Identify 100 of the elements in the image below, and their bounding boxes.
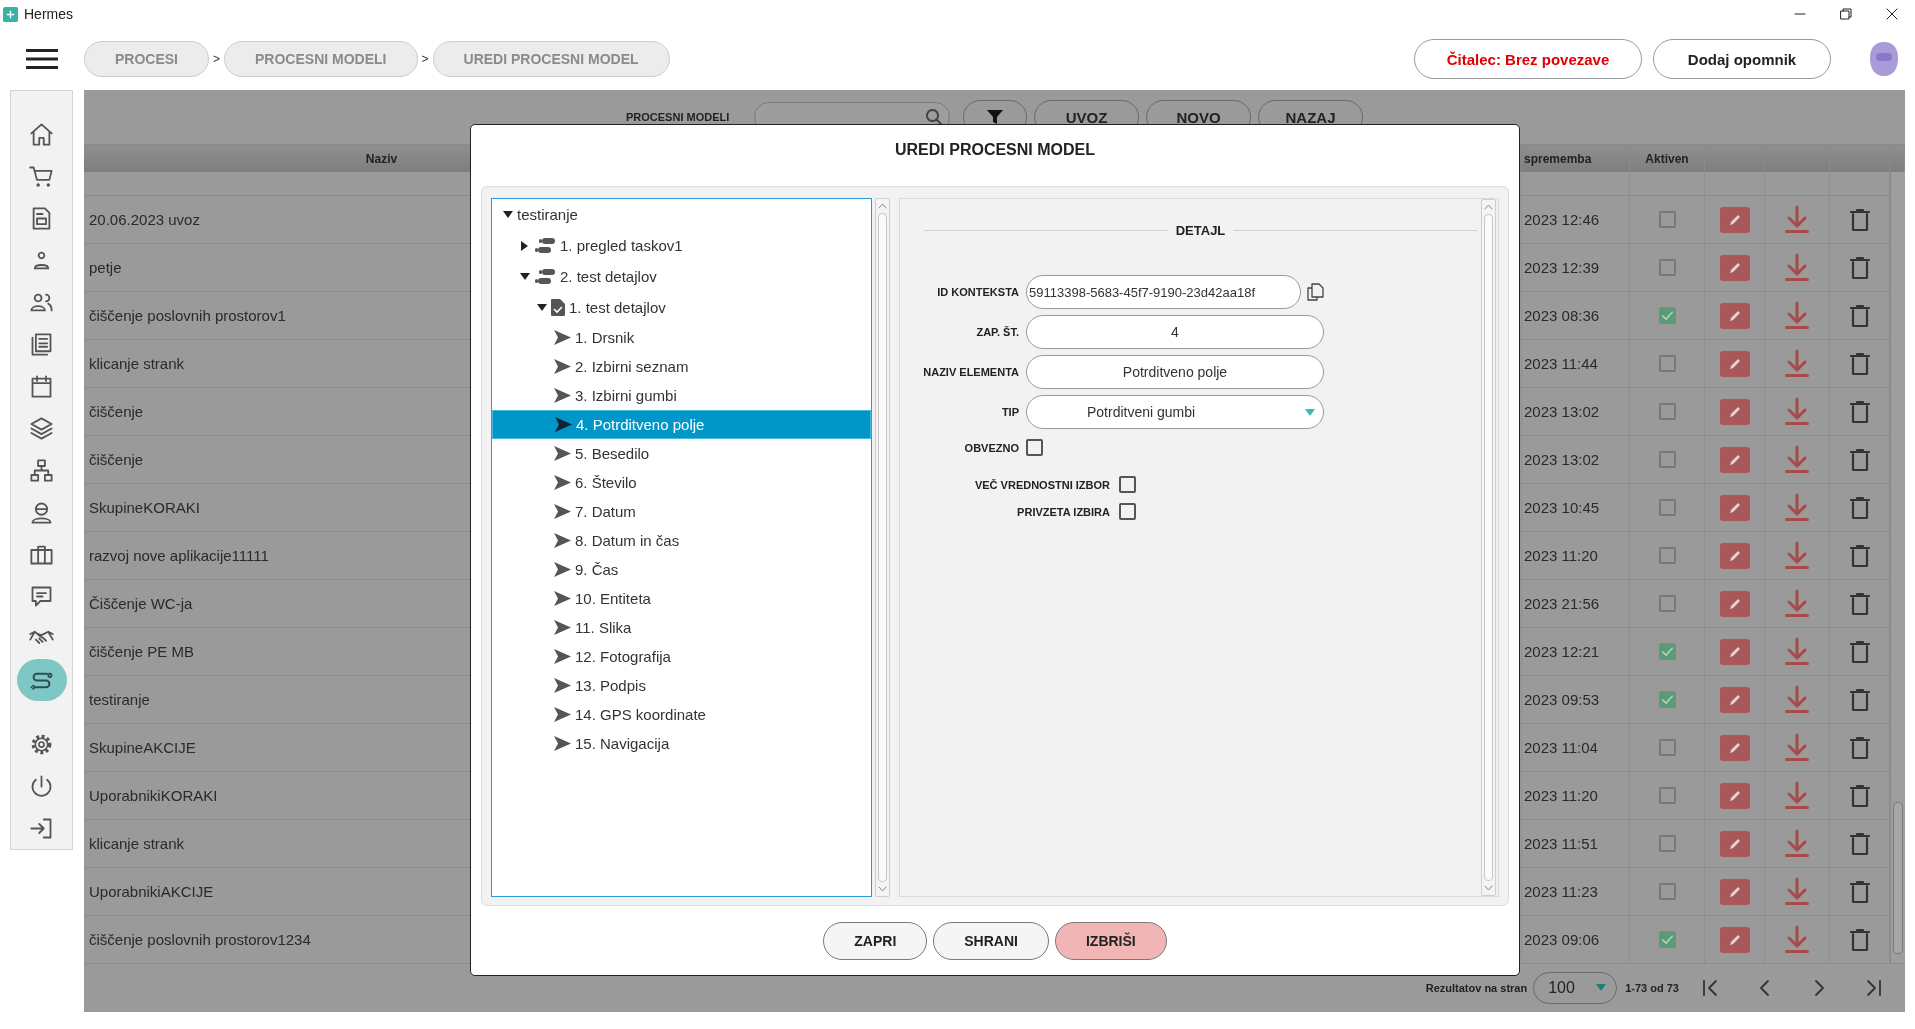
checkbox[interactable] — [1658, 307, 1676, 324]
checkbox[interactable] — [1026, 439, 1043, 456]
download-icon[interactable] — [1783, 204, 1811, 235]
checkbox[interactable] — [1658, 835, 1676, 852]
edit-button[interactable] — [1719, 878, 1750, 905]
tree-item[interactable]: 8. Datum in čas — [492, 526, 871, 555]
download-icon[interactable] — [1783, 876, 1811, 907]
tree-item[interactable]: 10. Entiteta — [492, 584, 871, 613]
edit-button[interactable] — [1719, 350, 1750, 377]
edit-button[interactable] — [1719, 302, 1750, 329]
dialog-button[interactable]: ZAPRI — [823, 921, 928, 960]
tree-item[interactable]: 5. Besedilo — [492, 439, 871, 468]
tree-item[interactable]: 6. Število — [492, 468, 871, 497]
scroll-up-icon[interactable] — [878, 203, 887, 209]
tree-item[interactable]: 3. Izbirni gumbi — [492, 381, 871, 410]
trash-icon[interactable] — [1848, 543, 1871, 568]
tree-item[interactable]: 1. pregled taskov1 — [492, 230, 871, 261]
checkbox[interactable] — [1658, 787, 1676, 804]
edit-button[interactable] — [1719, 926, 1750, 953]
edit-button[interactable] — [1719, 446, 1750, 473]
checkbox[interactable] — [1658, 739, 1676, 756]
collapse-arrow-icon[interactable] — [503, 209, 513, 220]
search-icon[interactable] — [925, 108, 943, 126]
edit-button[interactable] — [1719, 254, 1750, 281]
input-field[interactable]: Potrditveno polje — [1026, 355, 1324, 389]
tree-item[interactable]: 13. Podpis — [492, 671, 871, 700]
trash-icon[interactable] — [1848, 831, 1871, 856]
dropdown[interactable]: Potrditveni gumbi — [1026, 395, 1324, 429]
checkbox[interactable] — [1658, 547, 1676, 564]
tree-item[interactable]: 1. Drsnik — [492, 323, 871, 352]
edit-button[interactable] — [1719, 830, 1750, 857]
collapse-arrow-icon[interactable] — [537, 302, 547, 313]
close-icon[interactable] — [1886, 8, 1898, 20]
tree-item[interactable]: 15. Navigacija — [492, 729, 871, 758]
expand-arrow-icon[interactable] — [520, 240, 530, 251]
scroll-down-icon[interactable] — [878, 886, 887, 892]
sidebar-item[interactable] — [16, 659, 67, 701]
checkbox[interactable] — [1119, 476, 1136, 493]
input-field[interactable]: 59113398-5683-45f7-9190-23d42aa18f — [1026, 275, 1301, 309]
scrollbar[interactable] — [1481, 199, 1496, 896]
tree-item[interactable]: 14. GPS koordinate — [492, 700, 871, 729]
trash-icon[interactable] — [1848, 303, 1871, 328]
restore-icon[interactable] — [1840, 8, 1852, 20]
download-icon[interactable] — [1783, 492, 1811, 523]
trash-icon[interactable] — [1848, 255, 1871, 280]
tree-item[interactable]: 2. Izbirni seznam — [492, 352, 871, 381]
trash-icon[interactable] — [1848, 639, 1871, 664]
checkbox[interactable] — [1658, 931, 1676, 948]
checkbox[interactable] — [1658, 211, 1676, 228]
download-icon[interactable] — [1783, 348, 1811, 379]
checkbox[interactable] — [1658, 499, 1676, 516]
tree-item[interactable]: testiranje — [492, 199, 871, 230]
edit-button[interactable] — [1719, 638, 1750, 665]
tree-item[interactable]: 9. Čas — [492, 555, 871, 584]
tree-item[interactable]: 7. Datum — [492, 497, 871, 526]
download-icon[interactable] — [1783, 924, 1811, 955]
trash-icon[interactable] — [1848, 927, 1871, 952]
checkbox[interactable] — [1658, 643, 1676, 660]
network-icon[interactable] — [28, 456, 55, 484]
layers-icon[interactable] — [28, 414, 55, 442]
trash-icon[interactable] — [1848, 447, 1871, 472]
edit-button[interactable] — [1719, 542, 1750, 569]
download-icon[interactable] — [1783, 732, 1811, 763]
dialog-button[interactable]: SHRANI — [933, 921, 1049, 960]
tree-item[interactable]: 2. test detajlov — [492, 261, 871, 292]
trash-icon[interactable] — [1848, 399, 1871, 424]
checkbox[interactable] — [1119, 503, 1136, 520]
edit-button[interactable] — [1719, 734, 1750, 761]
checkbox[interactable] — [1658, 883, 1676, 900]
scrollbar[interactable] — [875, 198, 890, 897]
copy-icon[interactable] — [1306, 283, 1324, 301]
edit-button[interactable] — [1719, 206, 1750, 233]
download-icon[interactable] — [1783, 396, 1811, 427]
checkbox[interactable] — [1658, 451, 1676, 468]
download-icon[interactable] — [1783, 636, 1811, 667]
edit-button[interactable] — [1719, 398, 1750, 425]
trash-icon[interactable] — [1848, 207, 1871, 232]
download-icon[interactable] — [1783, 684, 1811, 715]
scroll-up-icon[interactable] — [1484, 204, 1493, 210]
checkbox[interactable] — [1658, 259, 1676, 276]
download-icon[interactable] — [1783, 444, 1811, 475]
download-icon[interactable] — [1783, 540, 1811, 571]
trash-icon[interactable] — [1848, 495, 1871, 520]
trash-icon[interactable] — [1848, 591, 1871, 616]
checkbox[interactable] — [1658, 355, 1676, 372]
edit-button[interactable] — [1719, 686, 1750, 713]
tree-item[interactable]: 1. test detajlov — [492, 292, 871, 323]
scroll-down-icon[interactable] — [1484, 885, 1493, 891]
checkbox[interactable] — [1658, 403, 1676, 420]
scrollbar[interactable] — [1890, 172, 1905, 963]
connection-status-button[interactable]: Čitalec: Brez povezave — [1414, 39, 1642, 79]
checkbox[interactable] — [1658, 595, 1676, 612]
download-icon[interactable] — [1783, 300, 1811, 331]
edit-button[interactable] — [1719, 590, 1750, 617]
download-icon[interactable] — [1783, 828, 1811, 859]
trash-icon[interactable] — [1848, 687, 1871, 712]
delete-button[interactable]: IZBRIŠI — [1054, 921, 1167, 960]
checkbox[interactable] — [1658, 691, 1676, 708]
edit-button[interactable] — [1719, 494, 1750, 521]
trash-icon[interactable] — [1848, 351, 1871, 376]
